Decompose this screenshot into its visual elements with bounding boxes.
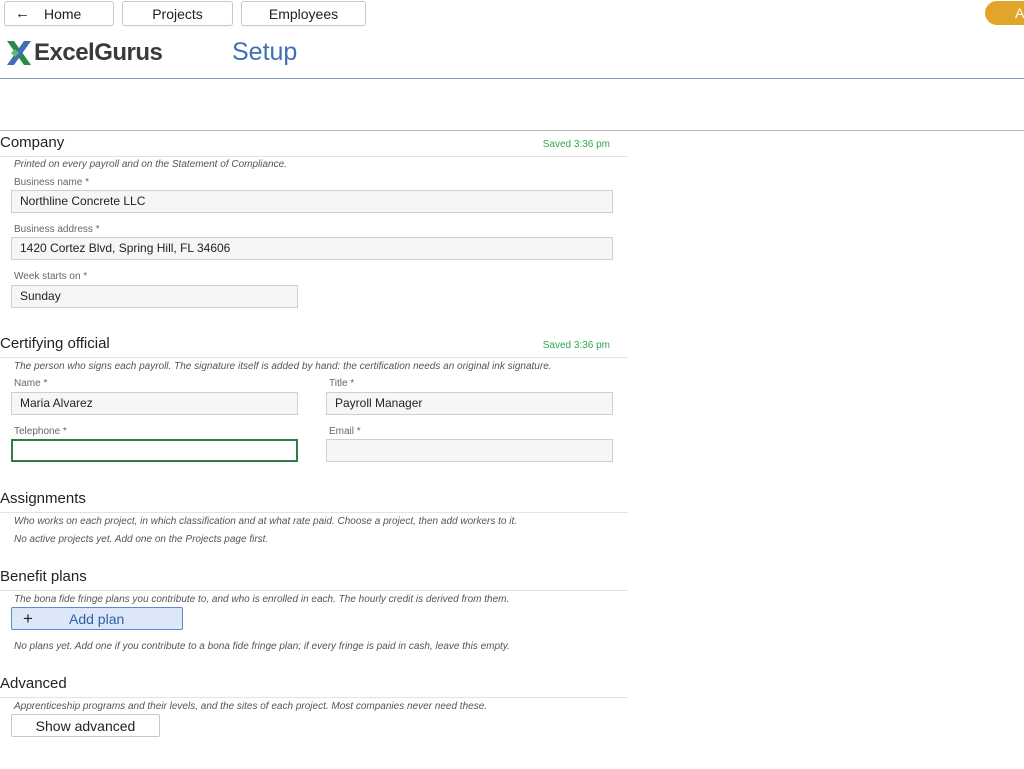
- business-name-label: Business name *: [14, 177, 90, 188]
- page-title: Setup: [232, 38, 298, 66]
- week-starts-label: Week starts on *: [14, 271, 88, 282]
- logo-x-icon: [7, 41, 31, 65]
- company-title: Company: [0, 134, 65, 151]
- official-name-label: Name *: [14, 378, 48, 389]
- projects-button-label: Projects: [152, 5, 203, 22]
- certifying-saved-status: Saved 3:36 pm: [542, 340, 610, 351]
- telephone-input[interactable]: [11, 439, 298, 462]
- business-name-input[interactable]: Northline Concrete LLC: [11, 190, 613, 213]
- company-section-header: Company Saved 3:36 pm: [0, 134, 628, 157]
- projects-button[interactable]: Projects: [122, 1, 233, 26]
- add-plan-label: Add plan: [69, 610, 125, 627]
- official-title-label: Title *: [329, 378, 355, 389]
- home-button[interactable]: ← Home: [4, 1, 114, 26]
- header-divider: [0, 78, 1024, 79]
- telephone-label: Telephone *: [14, 426, 67, 437]
- show-advanced-button[interactable]: Show advanced: [11, 714, 160, 737]
- benefits-section-header: Benefit plans: [0, 568, 628, 591]
- advanced-description: Apprenticeship programs and their levels…: [14, 701, 488, 712]
- benefits-description: The bona fide fringe plans you contribut…: [14, 594, 510, 605]
- certifying-section-header: Certifying official Saved 3:36 pm: [0, 335, 628, 358]
- benefits-empty-message: No plans yet. Add one if you contribute …: [14, 641, 510, 652]
- benefits-title: Benefit plans: [0, 568, 87, 585]
- official-name-input[interactable]: Maria Alvarez: [11, 392, 298, 415]
- week-starts-select[interactable]: Sunday: [11, 285, 298, 308]
- arrow-left-icon: ←: [15, 5, 30, 22]
- assignments-title: Assignments: [0, 490, 86, 507]
- email-label: Email *: [329, 426, 361, 437]
- user-initial: A: [1015, 5, 1024, 21]
- employees-button-label: Employees: [268, 5, 339, 22]
- content-divider: [0, 130, 1024, 131]
- official-title-input[interactable]: Payroll Manager: [326, 392, 613, 415]
- home-button-label: Home: [44, 5, 82, 22]
- logo-text: ExcelGurus: [34, 39, 163, 66]
- certifying-description: The person who signs each payroll. The s…: [14, 361, 552, 372]
- excelgurus-logo: ExcelGurus: [5, 38, 163, 68]
- certifying-title: Certifying official: [0, 335, 110, 352]
- assignments-empty-message: No active projects yet. Add one on the P…: [14, 534, 269, 545]
- show-advanced-label: Show advanced: [35, 717, 136, 734]
- business-address-label: Business address *: [14, 224, 100, 235]
- company-saved-status: Saved 3:36 pm: [542, 139, 610, 150]
- assignments-section-header: Assignments: [0, 490, 628, 513]
- employees-button[interactable]: Employees: [241, 1, 366, 26]
- email-input[interactable]: [326, 439, 613, 462]
- user-avatar[interactable]: A: [985, 1, 1024, 25]
- assignments-description: Who works on each project, in which clas…: [14, 516, 518, 527]
- plus-icon: +: [23, 608, 33, 628]
- advanced-section-header: Advanced: [0, 675, 628, 698]
- add-plan-button[interactable]: + Add plan: [11, 607, 183, 630]
- company-description: Printed on every payroll and on the Stat…: [14, 159, 287, 170]
- business-address-input[interactable]: 1420 Cortez Blvd, Spring Hill, FL 34606: [11, 237, 613, 260]
- advanced-title: Advanced: [0, 675, 67, 692]
